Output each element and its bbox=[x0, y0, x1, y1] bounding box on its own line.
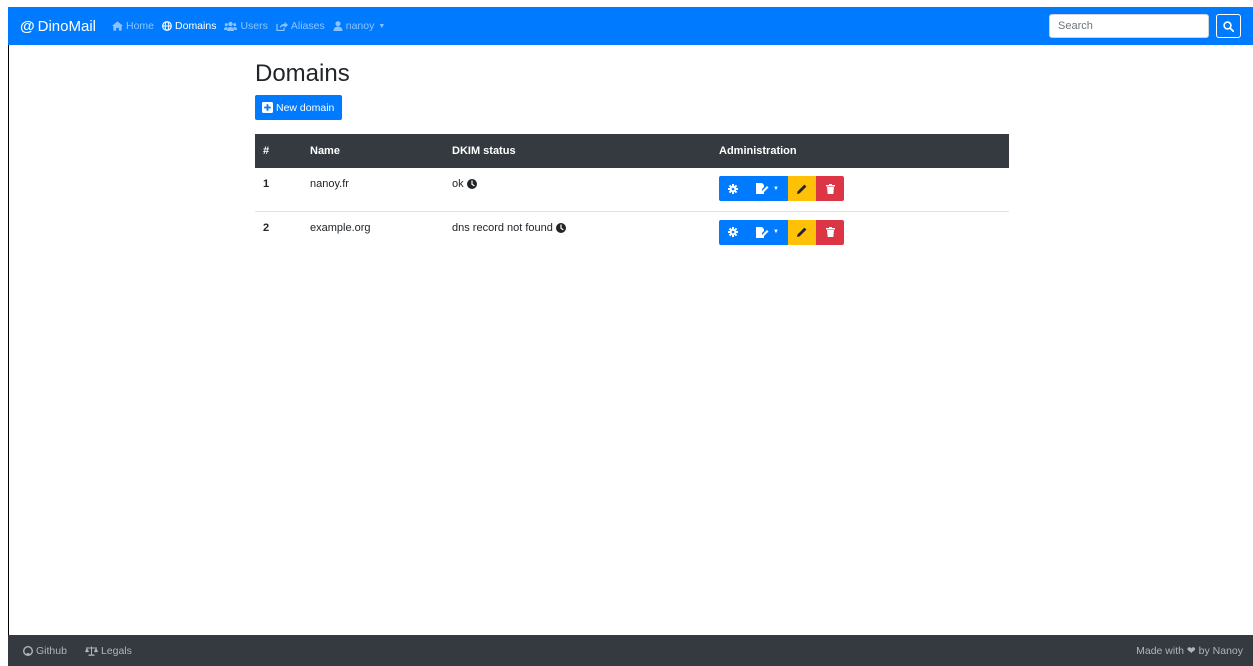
nav-user-menu[interactable]: nanoy ▼ bbox=[333, 20, 386, 32]
search-input[interactable] bbox=[1049, 14, 1209, 38]
search-icon bbox=[1223, 20, 1234, 32]
trash-icon bbox=[825, 183, 835, 194]
delete-button[interactable] bbox=[816, 176, 844, 201]
github-icon bbox=[23, 645, 33, 656]
users-icon bbox=[224, 21, 238, 31]
clock-icon[interactable] bbox=[466, 179, 477, 189]
user-icon bbox=[333, 21, 343, 31]
by-author-text: by Nanoy bbox=[1198, 644, 1243, 657]
nav-home[interactable]: Home bbox=[112, 20, 154, 32]
page-title: Domains bbox=[255, 60, 350, 87]
brand-link[interactable]: @ DinoMail bbox=[20, 18, 96, 35]
header-index: # bbox=[263, 145, 270, 157]
file-signature-icon bbox=[756, 226, 769, 238]
pencil-icon bbox=[797, 184, 807, 194]
search-form bbox=[1049, 14, 1241, 38]
nav-aliases-label: Aliases bbox=[290, 20, 325, 32]
gear-icon bbox=[728, 227, 738, 237]
table-row: 2 example.org dns record not found ▼ bbox=[255, 211, 1009, 254]
header-dkim-status: DKIM status bbox=[452, 145, 516, 157]
admin-button-group: ▼ bbox=[719, 176, 844, 201]
nav-domains[interactable]: Domains bbox=[162, 20, 216, 32]
header-administration: Administration bbox=[719, 145, 797, 157]
made-with-text: Made with bbox=[1136, 644, 1184, 657]
main-content: Domains New domain # Name DKIM status Ad… bbox=[255, 58, 1010, 254]
footer-links: Github Legals bbox=[23, 645, 150, 657]
dkim-status-text: dns record not found bbox=[452, 221, 553, 234]
table-row: 1 nanoy.fr ok ▼ bbox=[255, 168, 1009, 211]
legals-label: Legals bbox=[100, 644, 132, 657]
github-label: Github bbox=[36, 644, 67, 657]
gear-icon bbox=[728, 183, 738, 194]
navbar: @ DinoMail Home Domains Users Aliases na… bbox=[8, 7, 1253, 45]
admin-button-group: ▼ bbox=[719, 219, 844, 245]
row-admin-cell: ▼ bbox=[719, 168, 1009, 211]
dkim-dropdown-button[interactable]: ▼ bbox=[747, 219, 788, 245]
delete-button[interactable] bbox=[816, 219, 844, 245]
row-dkim-cell: dns record not found bbox=[452, 211, 719, 254]
row-index: 2 bbox=[263, 221, 270, 234]
footer-credit: Made with ❤ by Nanoy bbox=[1136, 645, 1243, 657]
settings-button[interactable] bbox=[719, 176, 747, 201]
file-signature-icon bbox=[756, 183, 769, 194]
nav-users[interactable]: Users bbox=[224, 20, 268, 32]
new-domain-label: New domain bbox=[276, 101, 335, 114]
brand-name: DinoMail bbox=[37, 17, 96, 35]
heart-icon: ❤ bbox=[1186, 644, 1196, 657]
row-index: 1 bbox=[263, 178, 270, 190]
new-domain-button[interactable]: New domain bbox=[255, 95, 343, 120]
search-button[interactable] bbox=[1216, 14, 1241, 38]
nav-home-label: Home bbox=[126, 20, 155, 32]
nav-domains-label: Domains bbox=[175, 20, 217, 32]
nav-aliases[interactable]: Aliases bbox=[276, 20, 325, 32]
balance-scale-icon bbox=[84, 646, 98, 656]
edit-button[interactable] bbox=[788, 219, 816, 245]
dkim-status-text: ok bbox=[452, 178, 464, 190]
header-name: Name bbox=[310, 145, 340, 157]
share-icon bbox=[276, 22, 288, 31]
globe-icon bbox=[162, 21, 172, 31]
chevron-down-icon: ▼ bbox=[773, 185, 779, 192]
edit-button[interactable] bbox=[788, 176, 816, 201]
pencil-icon bbox=[797, 227, 807, 237]
trash-icon bbox=[825, 227, 835, 237]
brand-at-symbol: @ bbox=[20, 17, 35, 35]
dkim-status: dns record not found bbox=[452, 222, 566, 234]
chevron-down-icon: ▼ bbox=[378, 22, 386, 30]
github-link[interactable]: Github bbox=[23, 645, 76, 657]
home-icon bbox=[112, 21, 123, 31]
row-admin-cell: ▼ bbox=[719, 211, 1009, 254]
dkim-status: ok bbox=[452, 178, 477, 190]
clock-icon[interactable] bbox=[555, 222, 566, 233]
chevron-down-icon: ▼ bbox=[773, 229, 779, 235]
row-domain-name: nanoy.fr bbox=[310, 178, 349, 190]
row-domain-name: example.org bbox=[310, 221, 371, 234]
table-header-row: # Name DKIM status Administration bbox=[255, 134, 1009, 168]
dkim-dropdown-button[interactable]: ▼ bbox=[747, 176, 788, 201]
nav-user-label: nanoy bbox=[345, 20, 375, 32]
legals-link[interactable]: Legals bbox=[84, 644, 141, 657]
plus-square-icon bbox=[262, 102, 273, 113]
domains-table: # Name DKIM status Administration 1 nano… bbox=[255, 134, 1009, 254]
footer: Github Legals Made with ❤ by Nanoy bbox=[8, 635, 1253, 666]
nav-users-label: Users bbox=[240, 20, 268, 32]
row-dkim-cell: ok bbox=[452, 168, 719, 211]
settings-button[interactable] bbox=[719, 219, 747, 245]
